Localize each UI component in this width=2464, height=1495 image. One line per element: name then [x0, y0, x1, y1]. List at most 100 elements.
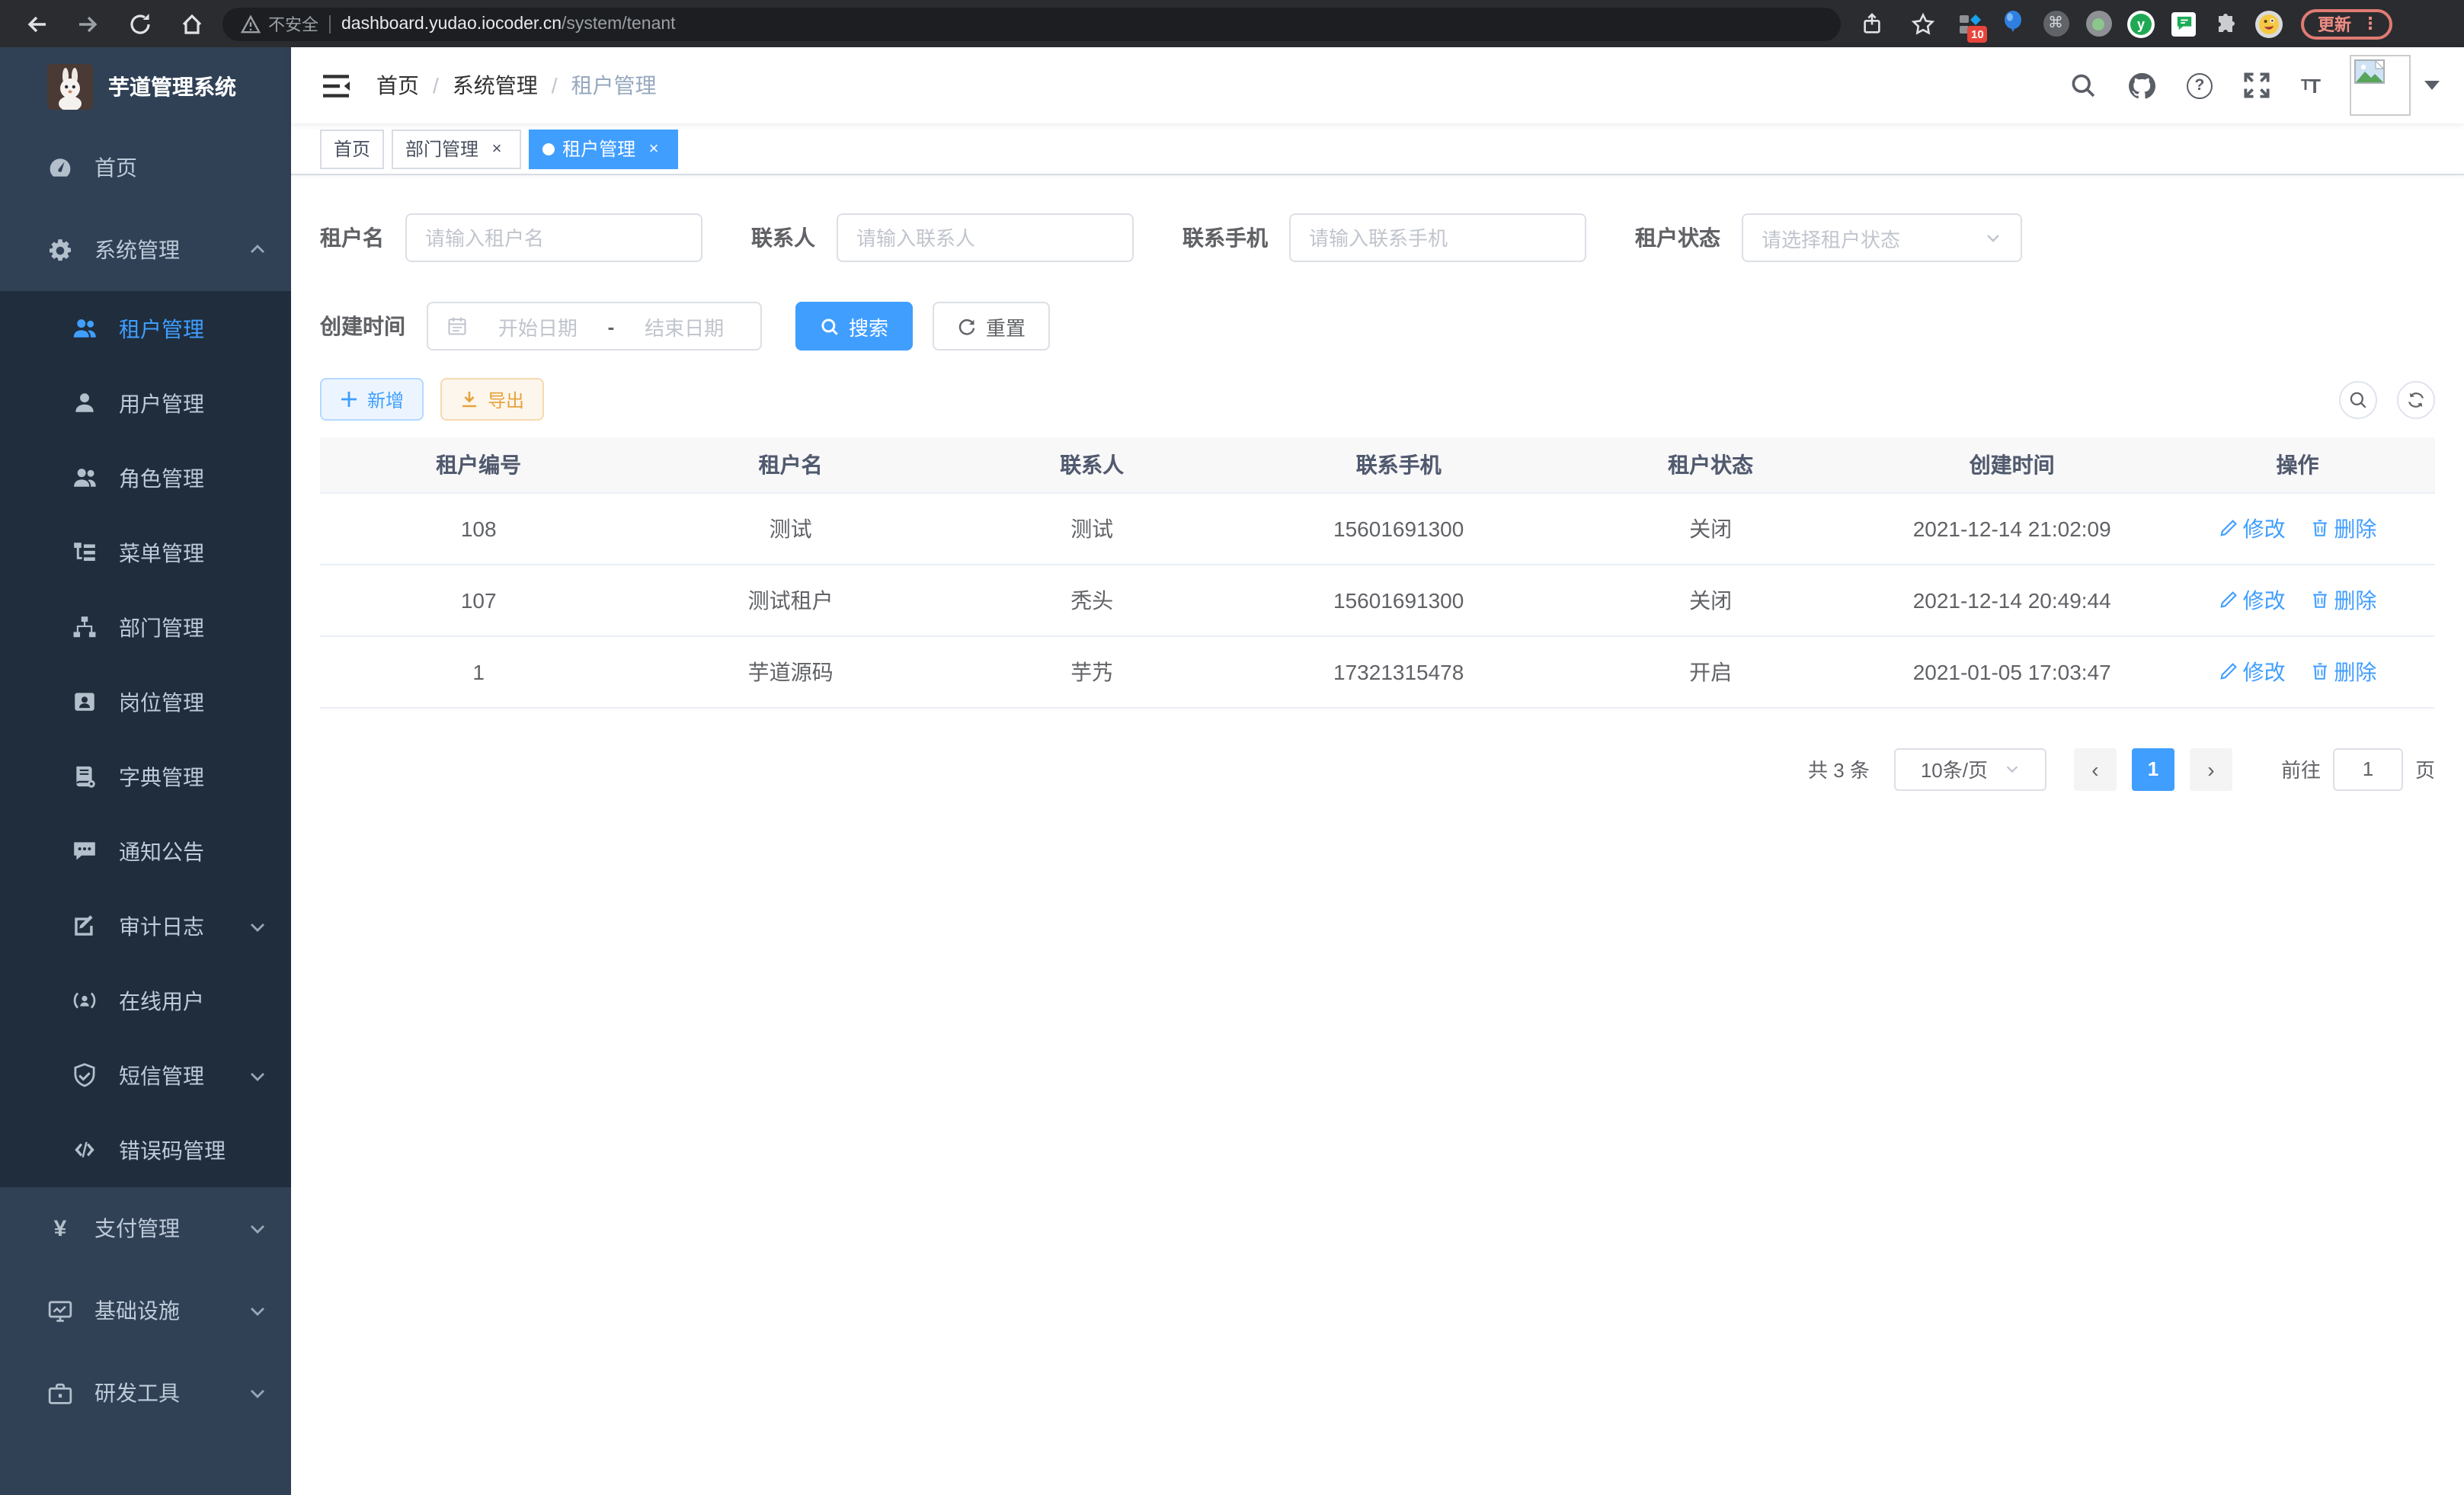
- profile-avatar-icon[interactable]: [2252, 7, 2286, 40]
- refresh-icon[interactable]: [2397, 380, 2435, 418]
- sidebar-item[interactable]: 通知公告: [0, 814, 291, 888]
- github-icon[interactable]: [2127, 71, 2156, 100]
- sidebar-item[interactable]: 短信管理: [0, 1038, 291, 1112]
- chevron-icon: [248, 1301, 267, 1320]
- table-header-cell: 租户名: [637, 437, 944, 492]
- tag-item[interactable]: 首页 ×: [320, 129, 384, 168]
- fullscreen-icon[interactable]: [2243, 72, 2270, 99]
- reset-button[interactable]: 重置: [933, 302, 1050, 351]
- tenant-users-icon: [72, 315, 98, 341]
- cell-status: 开启: [1557, 635, 1864, 707]
- address-bar[interactable]: 不安全 dashboard.yudao.iocoder.cn/system/te…: [222, 7, 1841, 40]
- sidebar-item[interactable]: 岗位管理: [0, 664, 291, 739]
- roles-icon: [72, 465, 98, 491]
- extension-y-icon[interactable]: y: [2124, 7, 2158, 40]
- export-button[interactable]: 导出: [440, 378, 544, 421]
- top-navbar: 首页 / 系统管理 / 租户管理 /: [291, 47, 2464, 123]
- cell-status: 关闭: [1557, 564, 1864, 635]
- extension-balloon-icon[interactable]: [1996, 7, 2030, 40]
- extension-dot-icon[interactable]: [2082, 7, 2115, 40]
- create-time-label: 创建时间: [320, 311, 405, 341]
- add-button[interactable]: 新增: [320, 378, 424, 421]
- gear-icon: [47, 237, 73, 263]
- user-avatar-menu[interactable]: [2350, 55, 2440, 116]
- sidebar-item[interactable]: 租户管理: [0, 291, 291, 366]
- sidebar-item[interactable]: 研发工具: [0, 1352, 291, 1434]
- contact-input[interactable]: [856, 226, 1114, 249]
- date-range-picker[interactable]: 开始日期 - 结束日期: [427, 302, 762, 351]
- page-number-1[interactable]: 1: [2132, 748, 2174, 790]
- bookmark-star-icon[interactable]: [1902, 5, 1944, 42]
- table-row: 108 测试 测试 15601691300 关闭 2021-12-14 21:0…: [320, 492, 2435, 564]
- next-page-button[interactable]: ›: [2190, 748, 2232, 790]
- tag-item[interactable]: 租户管理 ×: [529, 129, 678, 168]
- sidebar-item[interactable]: ¥ 支付管理: [0, 1187, 291, 1269]
- edit-link[interactable]: 修改: [2219, 656, 2286, 687]
- toggle-search-icon[interactable]: [2339, 380, 2377, 418]
- app-logo: [47, 64, 93, 110]
- app-logo-row[interactable]: 芋道管理系统: [0, 47, 291, 126]
- goto-page-input[interactable]: [2333, 748, 2403, 790]
- sidebar-item[interactable]: 部门管理: [0, 590, 291, 664]
- sidebar-item[interactable]: 菜单管理: [0, 515, 291, 590]
- chrome-menu-icon[interactable]: ⋮: [2362, 14, 2379, 34]
- back-icon[interactable]: [15, 5, 58, 42]
- search-icon[interactable]: [2069, 72, 2097, 99]
- font-size-icon[interactable]: TT: [2301, 74, 2319, 97]
- breadcrumb-item[interactable]: 租户管理 /: [571, 70, 657, 101]
- help-icon[interactable]: ?: [2187, 72, 2213, 98]
- prev-page-button[interactable]: ‹: [2074, 748, 2117, 790]
- sidebar-item[interactable]: 错误码管理: [0, 1112, 291, 1187]
- cell-created: 2021-12-14 20:49:44: [1864, 564, 2160, 635]
- reload-icon[interactable]: [119, 5, 162, 42]
- chrome-update-button[interactable]: 更新 ⋮: [2301, 8, 2392, 39]
- edit-link[interactable]: 修改: [2219, 584, 2286, 615]
- sidebar-item[interactable]: 审计日志: [0, 888, 291, 963]
- url-host: dashboard.yudao.iocoder.cn: [341, 14, 562, 33]
- date-start-placeholder[interactable]: 开始日期: [480, 312, 596, 341]
- edit-link[interactable]: 修改: [2219, 513, 2286, 543]
- status-select[interactable]: 请选择租户状态: [1742, 213, 2022, 262]
- page-size-select[interactable]: 10条/页: [1894, 748, 2046, 790]
- sidebar-item[interactable]: 系统管理: [0, 209, 291, 291]
- sidebar-item[interactable]: 基础设施: [0, 1269, 291, 1352]
- mobile-input[interactable]: [1309, 226, 1566, 249]
- sidebar-item[interactable]: 用户管理: [0, 366, 291, 440]
- breadcrumb-item[interactable]: 系统管理 /: [453, 70, 571, 101]
- delete-link[interactable]: 删除: [2309, 513, 2376, 543]
- extension-chat-icon[interactable]: [2167, 7, 2200, 40]
- sidebar-item[interactable]: 首页: [0, 126, 291, 209]
- tenant-name-input[interactable]: [425, 226, 683, 249]
- error-code-icon: [72, 1137, 98, 1163]
- chevron-icon: [248, 1384, 267, 1402]
- share-icon[interactable]: [1850, 5, 1893, 42]
- sidebar-item[interactable]: 字典管理: [0, 739, 291, 814]
- extensions-puzzle-icon[interactable]: [2210, 7, 2243, 40]
- tag-item[interactable]: 部门管理 ×: [392, 129, 521, 168]
- table-header-cell: 创建时间: [1864, 437, 2160, 492]
- cell-operations: 修改 删除: [2160, 635, 2435, 707]
- close-icon[interactable]: ×: [486, 138, 507, 159]
- home-icon[interactable]: [171, 5, 213, 42]
- forward-icon[interactable]: [67, 5, 110, 42]
- close-icon[interactable]: ×: [643, 138, 664, 159]
- sidebar-toggle-icon[interactable]: [320, 70, 350, 101]
- sidebar-item[interactable]: 在线用户: [0, 963, 291, 1038]
- sms-shield-icon: [72, 1062, 98, 1088]
- tenant-name-label: 租户名: [320, 222, 384, 253]
- cell-contact: 测试: [944, 492, 1240, 564]
- search-button[interactable]: 搜索: [795, 302, 913, 351]
- extension-command-icon[interactable]: ⌘: [2039, 7, 2072, 40]
- breadcrumb-item[interactable]: 首页 /: [376, 70, 453, 101]
- extension-tabs-icon[interactable]: 10: [1954, 7, 1987, 40]
- sidebar-item[interactable]: 角色管理: [0, 440, 291, 515]
- sidebar: 芋道管理系统 首页 系统管理: [0, 47, 291, 1495]
- delete-link[interactable]: 删除: [2309, 584, 2376, 615]
- security-warning[interactable]: 不安全: [241, 11, 318, 36]
- contact-label: 联系人: [751, 222, 815, 253]
- filter-row-2: 创建时间 开始日期 - 结束日期 搜索 重置: [320, 302, 2435, 351]
- chevron-icon: [248, 1066, 267, 1084]
- contact-input-box: [837, 213, 1134, 262]
- delete-link[interactable]: 删除: [2309, 656, 2376, 687]
- date-end-placeholder[interactable]: 结束日期: [626, 312, 742, 341]
